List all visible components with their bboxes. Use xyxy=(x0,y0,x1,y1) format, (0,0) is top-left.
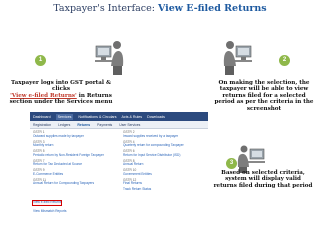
view-efiled-returns-link[interactable]: View e-filed Returns xyxy=(31,200,63,206)
view-mismatch-reports-link[interactable]: View Mismatch Reports xyxy=(33,209,115,214)
return-link[interactable]: E-Commerce Entities xyxy=(33,172,115,177)
track-return-status-item[interactable]: Track Return Status xyxy=(123,188,205,192)
return-link[interactable]: Quarterly return for compounding Taxpaye… xyxy=(123,144,205,148)
title-highlight: View E-filed Returns xyxy=(157,3,267,14)
return-link[interactable]: Annual Return xyxy=(123,163,205,167)
view-mismatch-reports-item[interactable]: View Mismatch Reports xyxy=(33,209,115,214)
step-2-note: On making the selection, the taxpayer wi… xyxy=(210,80,318,112)
portal-services-submenu: Registration Ledgers Returns Payments Us… xyxy=(30,121,208,129)
returns-menu-grid: GSTR 1 Outward supplies made by taxpayer … xyxy=(30,129,208,218)
return-link[interactable]: Government Entities xyxy=(123,172,205,177)
person-at-computer-icon xyxy=(95,41,124,75)
step-1-note: Taxpayer logs into GST portal & clicks '… xyxy=(2,80,120,106)
return-link[interactable]: Annual Return for Compounding Taxpayers xyxy=(33,182,115,186)
note-line: taxpayer will be able to view xyxy=(219,86,309,93)
note-emphasis: 'View e-filed Returns' xyxy=(10,92,77,99)
menu-item-acts-rules[interactable]: Acts & Rules xyxy=(122,115,143,119)
return-item[interactable]: GSTR 11 Annual Return for Compounding Tax… xyxy=(33,178,115,186)
person-at-computer-icon xyxy=(237,145,265,173)
submenu-payments[interactable]: Payments xyxy=(97,123,112,127)
slide-title: Taxpayer's Interface: View E-filed Retur… xyxy=(0,3,320,14)
returns-column-left: GSTR 1 Outward supplies made by taxpayer … xyxy=(31,130,115,216)
return-item[interactable]: GSTR 2 Inward supplies received by a taxp… xyxy=(123,130,205,139)
step-3-note: Based on selected criteria, system will … xyxy=(207,170,319,189)
return-item[interactable]: GSTR 8 Annual Return xyxy=(123,159,205,167)
note-line: Taxpayer logs into GST portal & clicks xyxy=(11,80,111,93)
submenu-ledgers[interactable]: Ledgers xyxy=(58,123,70,127)
return-link[interactable]: Monthly return xyxy=(33,144,115,148)
return-link[interactable]: Final Returns xyxy=(123,182,205,186)
return-item[interactable]: GSTR 1 Outward supplies made by taxpayer xyxy=(33,130,115,139)
return-item[interactable]: GSTR 12 Final Returns xyxy=(123,178,205,186)
return-item[interactable]: GSTR 3 Monthly return xyxy=(33,140,115,148)
portal-main-menu: Dashboard Services Notifications & Circu… xyxy=(30,112,208,121)
return-link[interactable]: Periodic return by Non-Resident Foreign … xyxy=(33,153,115,158)
menu-item-services[interactable]: Services xyxy=(55,113,74,120)
submenu-user-services[interactable]: User Services xyxy=(119,123,140,127)
menu-item-notifications[interactable]: Notifications & Circulars xyxy=(78,115,116,119)
return-item[interactable]: GSTR 5 Periodic return by Non-Resident Fo… xyxy=(33,150,115,157)
return-link[interactable]: Inward supplies received by a taxpayer xyxy=(123,134,205,139)
note-line: section under the Services menu xyxy=(9,99,113,106)
portal-screenshot: Dashboard Services Notifications & Circu… xyxy=(30,112,208,236)
view-efiled-returns-item[interactable]: View e-filed Returns xyxy=(31,188,115,207)
return-link[interactable]: Return for Input Service Distributor (IS… xyxy=(123,153,205,158)
return-item[interactable]: GSTR 6 Return for Input Service Distribut… xyxy=(123,150,205,157)
note-line: returns filed during that period xyxy=(213,182,313,189)
note-line: screenshot xyxy=(246,105,282,112)
step-badge-1: 1 xyxy=(35,55,46,66)
step-badge-2: 2 xyxy=(279,55,290,66)
submenu-registration[interactable]: Registration xyxy=(33,123,51,127)
return-item[interactable]: GSTR 7 Return for Tax Deducted at Source xyxy=(33,159,115,167)
return-link[interactable]: Outward supplies made by taxpayer xyxy=(33,134,115,139)
note-line: period as per the criteria in the xyxy=(214,99,314,106)
return-link[interactable]: Return for Tax Deducted at Source xyxy=(33,163,115,167)
returns-column-right: GSTR 2 Inward supplies received by a taxp… xyxy=(123,130,205,216)
track-return-status-link[interactable]: Track Return Status xyxy=(123,188,205,192)
return-item[interactable]: GSTR 4 Quarterly return for compounding T… xyxy=(123,140,205,148)
title-prefix: Taxpayer's Interface: xyxy=(53,3,155,14)
menu-item-dashboard[interactable]: Dashboard xyxy=(33,115,51,119)
menu-item-downloads[interactable]: Downloads xyxy=(147,115,165,119)
return-item[interactable]: GSTR 9 E-Commerce Entities xyxy=(33,169,115,176)
person-at-computer-icon xyxy=(223,41,252,75)
submenu-returns[interactable]: Returns xyxy=(77,123,90,127)
return-item[interactable]: GSTR 10 Government Entities xyxy=(123,169,205,176)
